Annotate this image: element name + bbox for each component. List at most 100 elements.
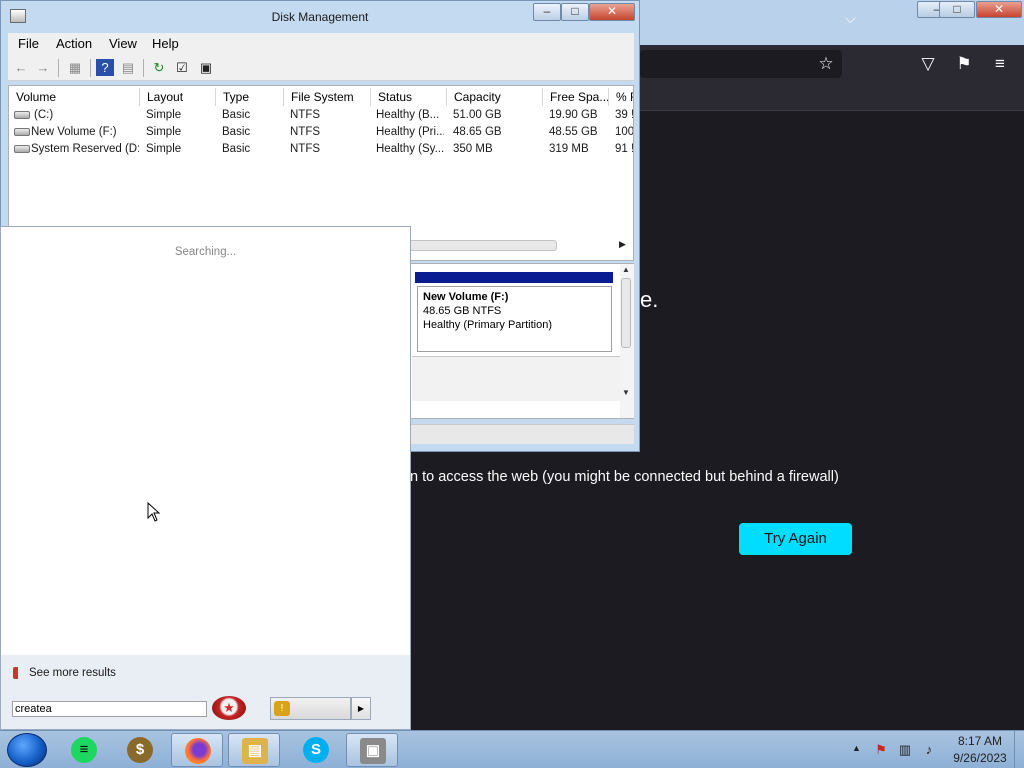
cell-free-space: 48.55 GB (549, 126, 598, 138)
spotify-icon: ≡ (71, 737, 97, 763)
shutdown-icon: ! (274, 701, 290, 716)
taskbar-firefox[interactable]: ● (171, 733, 223, 767)
pocket-icon[interactable]: ▽ (917, 54, 939, 74)
scroll-right-arrow-icon[interactable]: ▶ (619, 239, 626, 250)
taskbar-money-app[interactable]: $ (114, 733, 166, 767)
clock-time[interactable]: 8:17 AM (950, 734, 1010, 748)
extensions-icon[interactable]: ⚑ (953, 54, 975, 74)
properties-icon[interactable]: ☑ (173, 59, 191, 76)
toolbar-separator (90, 59, 91, 77)
mouse-cursor-icon (147, 502, 161, 522)
column-header-percent-free[interactable]: % F (609, 88, 633, 106)
partition-size: 48.65 GB NTFS (423, 305, 502, 317)
cell-status: Healthy (B... (376, 109, 440, 121)
firefox-maximize-button[interactable]: □ (939, 1, 975, 18)
taskbar-spotify[interactable]: ≡ (58, 733, 110, 767)
firefox-tab-strip (636, 83, 1024, 111)
cell-capacity: 350 MB (453, 143, 493, 155)
search-go-star-icon[interactable]: ★ (212, 696, 246, 720)
cell-file-system: NTFS (290, 109, 321, 121)
column-header-type[interactable]: Type (216, 88, 284, 106)
graph-lower-area (412, 357, 622, 401)
column-header-volume[interactable]: Volume (9, 88, 140, 106)
cell-free-space: 19.90 GB (549, 109, 598, 121)
see-more-results-icon (13, 667, 23, 679)
taskbar-disk-management[interactable]: ▣ (346, 733, 398, 767)
tray-overflow-icon[interactable]: ▲ (852, 743, 861, 753)
network-icon[interactable]: ▥ (897, 742, 913, 757)
taskbar-skype[interactable]: S (290, 733, 342, 767)
bookmark-star-icon[interactable]: ☆ (815, 54, 837, 74)
toolbar: ← → ▦ ? ▤ ↻ ☑ ▣ (8, 55, 634, 81)
console-tree-icon[interactable]: ▦ (66, 59, 84, 76)
vertical-scrollbar[interactable]: ▲ ▼ (620, 264, 634, 418)
firefox-close-button[interactable]: ✕ (976, 1, 1022, 18)
cell-type: Basic (222, 126, 251, 138)
column-header-status[interactable]: Status (371, 88, 447, 106)
see-more-results-link[interactable]: See more results (29, 667, 116, 679)
menu-action[interactable]: Action (56, 36, 92, 51)
toolbar-separator (143, 59, 144, 77)
cell-file-system: NTFS (290, 143, 321, 155)
tab-list-chevron-icon[interactable]: ⌵ (845, 10, 856, 27)
partition-block-new-volume[interactable]: New Volume (F:) 48.65 GB NTFS Healthy (P… (417, 286, 612, 352)
drive-icon (14, 145, 30, 153)
partition-name: New Volume (F:) (423, 291, 509, 303)
action-center-flag-icon[interactable]: ⚑ (873, 742, 889, 757)
clock-date[interactable]: 9/26/2023 (950, 751, 1010, 765)
cell-percent-free: 100 (615, 126, 634, 138)
taskbar: ≡ $ ● ▤ S ▣ ▲ ⚑ ▥ ♪ 8:17 AM 9/26/2023 (0, 730, 1024, 768)
partition-header-bar (415, 272, 613, 283)
show-desktop-button[interactable] (1014, 731, 1024, 768)
cell-layout: Simple (146, 143, 182, 155)
menu-help[interactable]: Help (152, 36, 179, 51)
firefox-icon: ● (185, 738, 211, 764)
column-header-free-space[interactable]: Free Spa... (543, 88, 609, 106)
shutdown-button[interactable]: ! (270, 697, 351, 720)
show-hide-pane-icon[interactable]: ▤ (119, 59, 137, 76)
scroll-up-arrow-icon[interactable]: ▲ (622, 265, 630, 274)
partition-health: Healthy (Primary Partition) (423, 319, 552, 331)
scroll-down-arrow-icon[interactable]: ▼ (622, 388, 630, 397)
error-title-fragment: e. (640, 287, 659, 312)
menu-bar: File Action View Help (8, 33, 634, 55)
close-button[interactable]: ✕ (589, 3, 635, 21)
help-icon[interactable]: ? (96, 59, 114, 76)
error-description: n to access the web (you might be connec… (410, 469, 839, 485)
searching-status: Searching... (174, 246, 237, 258)
column-header-layout[interactable]: Layout (140, 88, 216, 106)
cell-percent-free: 39 ! (615, 109, 634, 121)
disk-management-icon: ▣ (360, 738, 386, 764)
scrollbar-thumb[interactable] (621, 278, 631, 348)
minimize-button[interactable]: – (533, 3, 561, 21)
cell-type: Basic (222, 143, 251, 155)
cell-status: Healthy (Sy... (376, 143, 444, 155)
back-arrow-icon[interactable]: ← (12, 59, 30, 76)
volume-icon[interactable]: ♪ (921, 742, 937, 757)
table-row[interactable]: System Reserved (D:) Simple Basic NTFS H… (9, 141, 634, 158)
maximize-button[interactable]: □ (561, 3, 589, 21)
column-header-capacity[interactable]: Capacity (447, 88, 543, 106)
cell-percent-free: 91 ! (615, 143, 634, 155)
column-header-file-system[interactable]: File System (284, 88, 371, 106)
table-row[interactable]: (C:) Simple Basic NTFS Healthy (B... 51.… (9, 107, 634, 124)
try-again-button[interactable]: Try Again (739, 523, 852, 555)
start-button[interactable] (7, 733, 47, 767)
start-search-input[interactable] (12, 701, 207, 717)
menu-file[interactable]: File (18, 36, 39, 51)
taskbar-file-explorer[interactable]: ▤ (228, 733, 280, 767)
forward-arrow-icon[interactable]: → (34, 59, 52, 76)
toolbar-separator (58, 59, 59, 77)
cell-file-system: NTFS (290, 126, 321, 138)
cell-free-space: 319 MB (549, 143, 589, 155)
firefox-url-bar[interactable] (640, 50, 842, 78)
cell-type: Basic (222, 109, 251, 121)
cell-volume: System Reserved (D:) (31, 143, 139, 155)
cell-layout: Simple (146, 109, 182, 121)
disk-settings-icon[interactable]: ▣ (197, 59, 215, 76)
table-row[interactable]: New Volume (F:) Simple Basic NTFS Health… (9, 124, 634, 141)
menu-icon[interactable]: ≡ (989, 54, 1011, 74)
refresh-icon[interactable]: ↻ (150, 59, 168, 76)
menu-view[interactable]: View (109, 36, 137, 51)
shutdown-options-arrow-icon[interactable]: ▶ (351, 697, 371, 720)
